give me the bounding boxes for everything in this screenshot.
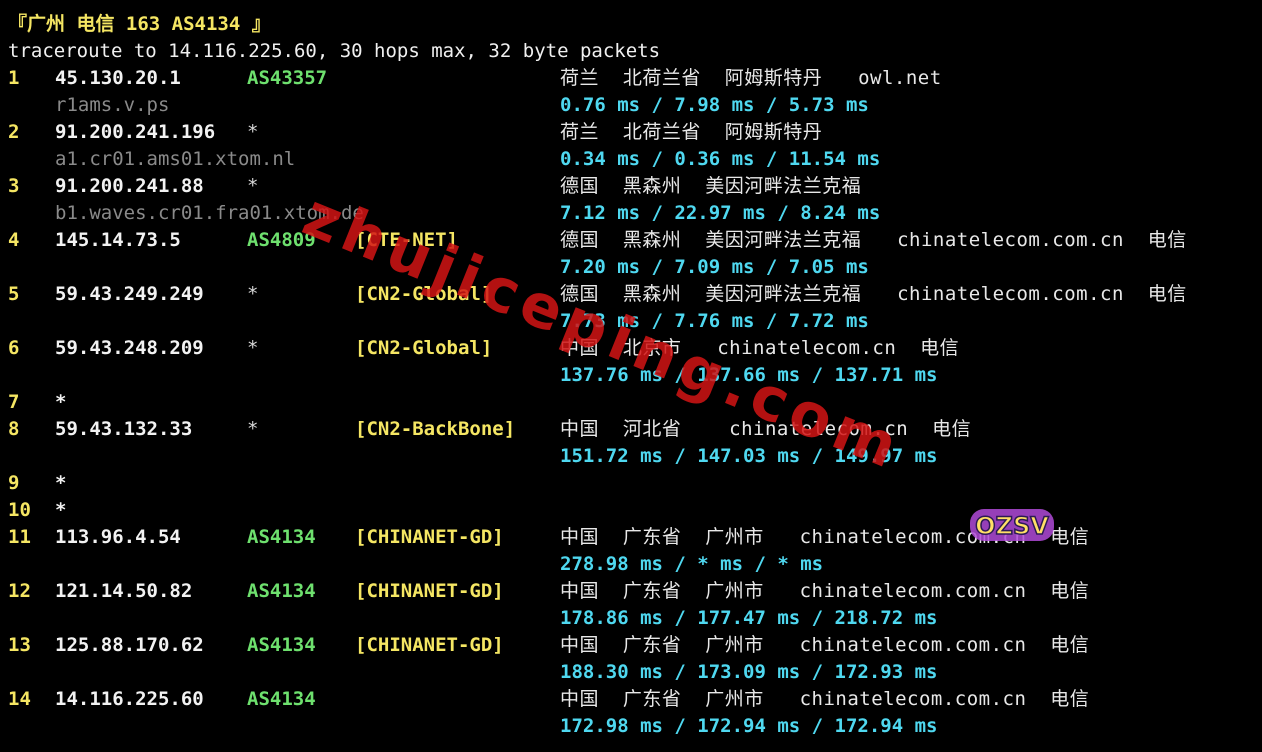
hop-ip: 91.200.241.88 [55, 175, 204, 197]
hop-network-tag: [CHINANET-GD] [355, 580, 504, 602]
hop-location: 德国 黑森州 美因河畔法兰克福 [560, 175, 862, 197]
hop-location: 中国 广东省 广州市 chinatelecom.com.cn 电信 [560, 580, 1090, 602]
hop-network-tag: [CTE-NET] [355, 229, 458, 251]
hop-hostname: b1.waves.cr01.fra01.xtom.de [55, 202, 364, 224]
hop-location: 中国 广东省 广州市 chinatelecom.com.cn 电信 [560, 526, 1090, 548]
hop-latency: 151.72 ms / 147.03 ms / 149.97 ms [560, 445, 938, 467]
hop-ip: 125.88.170.62 [55, 634, 204, 656]
hop-hostname: r1ams.v.ps [55, 94, 170, 116]
hop-number: 10 [8, 499, 31, 521]
hop-asn: * [247, 283, 259, 305]
hop-number: 9 [8, 472, 20, 494]
hop-asn: AS4134 [247, 526, 316, 548]
hop-location: 荷兰 北荷兰省 阿姆斯特丹 owl.net [560, 67, 942, 89]
hop-timeout: * [55, 391, 67, 413]
hop-network-tag: [CN2-Global] [355, 283, 493, 305]
hop-timeout: * [55, 499, 67, 521]
hop-asn: * [247, 337, 259, 359]
hop-latency: 7.20 ms / 7.09 ms / 7.05 ms [560, 256, 869, 278]
hop-asn: AS4134 [247, 688, 316, 710]
hop-asn: AS4134 [247, 634, 316, 656]
hop-network-tag: [CN2-Global] [355, 337, 493, 359]
hop-latency: 178.86 ms / 177.47 ms / 218.72 ms [560, 607, 938, 629]
hop-number: 5 [8, 283, 20, 305]
hop-number: 11 [8, 526, 31, 548]
hop-number: 6 [8, 337, 20, 359]
hop-number: 3 [8, 175, 20, 197]
hop-latency: 278.98 ms / * ms / * ms [560, 553, 824, 575]
hop-network-tag: [CN2-BackBone] [355, 418, 516, 440]
hop-network-tag: [CHINANET-GD] [355, 526, 504, 548]
hop-location: 中国 广东省 广州市 chinatelecom.com.cn 电信 [560, 634, 1090, 656]
hop-asn: AS4134 [247, 580, 316, 602]
terminal-output: 『广州 电信 163 AS4134 』 traceroute to 14.116… [0, 0, 1262, 752]
hop-latency: 137.76 ms / 137.66 ms / 137.71 ms [560, 364, 938, 386]
hop-ip: 145.14.73.5 [55, 229, 181, 251]
hop-latency: 7.73 ms / 7.76 ms / 7.72 ms [560, 310, 869, 332]
hop-number: 1 [8, 67, 20, 89]
hop-latency: 0.76 ms / 7.98 ms / 5.73 ms [560, 94, 869, 116]
hop-timeout: * [55, 472, 67, 494]
hop-hostname: a1.cr01.ams01.xtom.nl [55, 148, 296, 170]
hop-number: 2 [8, 121, 20, 143]
hop-number: 7 [8, 391, 20, 413]
hop-ip: 59.43.249.249 [55, 283, 204, 305]
hop-network-tag: [CHINANET-GD] [355, 634, 504, 656]
hop-location: 德国 黑森州 美因河畔法兰克福 chinatelecom.com.cn 电信 [560, 229, 1187, 251]
hop-asn: AS4809 [247, 229, 316, 251]
hop-ip: 45.130.20.1 [55, 67, 181, 89]
hop-number: 4 [8, 229, 20, 251]
command-line: traceroute to 14.116.225.60, 30 hops max… [0, 38, 660, 65]
hop-number: 8 [8, 418, 20, 440]
hop-number: 12 [8, 580, 31, 602]
hop-location: 中国 北京市 chinatelecom.cn 电信 [560, 337, 960, 359]
hop-ip: 59.43.248.209 [55, 337, 204, 359]
hop-ip: 91.200.241.196 [55, 121, 216, 143]
hop-number: 14 [8, 688, 31, 710]
traceroute-command: traceroute to 14.116.225.60, 30 hops max… [8, 40, 661, 62]
hop-asn: * [247, 418, 259, 440]
hop-location: 荷兰 北荷兰省 阿姆斯特丹 [560, 121, 823, 143]
hop-latency: 188.30 ms / 173.09 ms / 172.93 ms [560, 661, 938, 683]
hop-ip: 121.14.50.82 [55, 580, 193, 602]
hop-latency: 7.12 ms / 22.97 ms / 8.24 ms [560, 202, 881, 224]
trace-title: 『广州 电信 163 AS4134 』 [8, 13, 271, 35]
hop-asn: * [247, 121, 259, 143]
hop-location: 中国 广东省 广州市 chinatelecom.com.cn 电信 [560, 688, 1090, 710]
hop-ip: 59.43.132.33 [55, 418, 193, 440]
hop-latency: 0.34 ms / 0.36 ms / 11.54 ms [560, 148, 881, 170]
hop-ip: 14.116.225.60 [55, 688, 204, 710]
hop-location: 德国 黑森州 美因河畔法兰克福 chinatelecom.com.cn 电信 [560, 283, 1187, 305]
hop-latency: 172.98 ms / 172.94 ms / 172.94 ms [560, 715, 938, 737]
hop-location: 中国 河北省 chinatelecom.cn 电信 [560, 418, 972, 440]
hop-asn: AS43357 [247, 67, 328, 89]
hop-ip: 113.96.4.54 [55, 526, 181, 548]
hop-asn: * [247, 175, 259, 197]
title-line: 『广州 电信 163 AS4134 』 [0, 11, 271, 38]
hop-number: 13 [8, 634, 31, 656]
